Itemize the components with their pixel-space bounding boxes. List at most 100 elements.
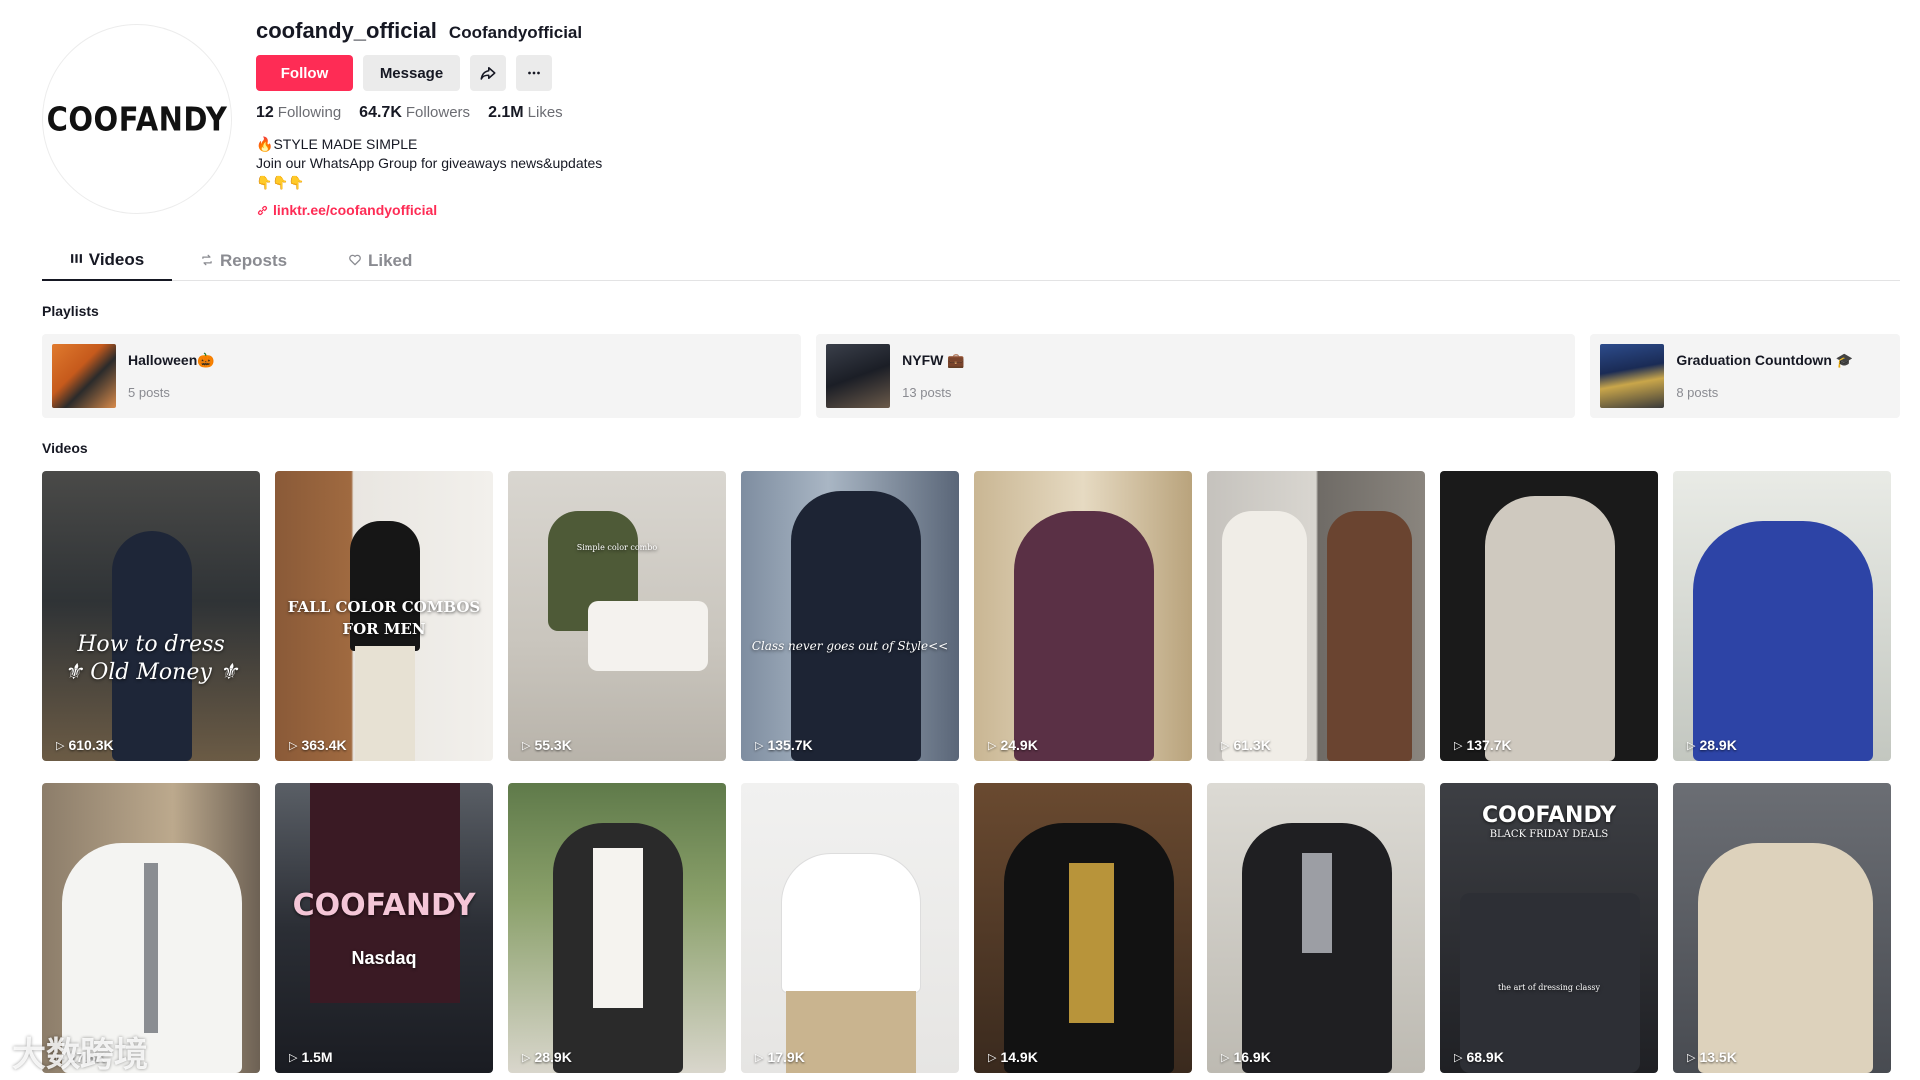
video-views: ▷ 17.9K bbox=[755, 1049, 805, 1065]
video-views: ▷ 363.4K bbox=[289, 737, 347, 753]
video-card[interactable]: COOFANDY BLACK FRIDAY DEALS the art of d… bbox=[1440, 783, 1658, 1073]
playlist-item[interactable]: Halloween🎃 5 posts bbox=[42, 334, 802, 418]
video-caption: COOFANDY bbox=[292, 888, 476, 923]
video-card[interactable]: ▷ 16.9K bbox=[1207, 783, 1425, 1073]
profile-nickname: Coofandyofficial bbox=[448, 23, 583, 42]
video-thumbnail-figure bbox=[144, 863, 158, 1033]
playlist-count: 8 posts bbox=[1676, 385, 1719, 400]
play-icon: ▷ bbox=[755, 739, 764, 752]
video-thumbnail-figure bbox=[1222, 511, 1307, 761]
tab-label: Liked bbox=[368, 251, 413, 270]
video-thumbnail-figure bbox=[791, 491, 921, 761]
stat-value: 2.1M bbox=[488, 104, 524, 121]
video-thumbnail-figure bbox=[786, 991, 916, 1073]
playlist-title: NYFW 💼 bbox=[902, 352, 965, 368]
video-card[interactable]: How to dress ⚜ Old Money ⚜ ▷ 610.3K bbox=[42, 471, 260, 761]
profile-username: coofandy_official bbox=[256, 18, 437, 43]
playlist-text: NYFW 💼 13 posts bbox=[902, 352, 965, 400]
video-views: ▷ 55.3K bbox=[522, 737, 572, 753]
video-card[interactable]: ▷ 14.9K bbox=[974, 783, 1192, 1073]
view-count: 55.3K bbox=[534, 737, 572, 753]
video-thumbnail-figure bbox=[1302, 853, 1332, 953]
playlist-thumbnail bbox=[1600, 344, 1665, 408]
stat-followers[interactable]: 64.7K Followers bbox=[359, 104, 470, 122]
action-buttons: Follow Message bbox=[256, 55, 956, 91]
playlist-item[interactable]: NYFW 💼 13 posts bbox=[816, 334, 1576, 418]
video-card[interactable]: ▷ 24.9K bbox=[974, 471, 1192, 761]
view-count: 137.7K bbox=[1466, 737, 1512, 753]
bio-line: 🔥STYLE MADE SIMPLE bbox=[256, 135, 956, 154]
video-card[interactable]: ▷ 28.9K bbox=[508, 783, 726, 1073]
fire-icon: 🔥 bbox=[256, 136, 274, 152]
video-thumbnail-figure bbox=[1698, 843, 1873, 1073]
tab-reposts[interactable]: Reposts bbox=[200, 241, 300, 281]
tab-liked[interactable]: Liked bbox=[348, 241, 428, 281]
video-thumbnail-figure bbox=[355, 646, 415, 761]
message-button[interactable]: Message bbox=[363, 55, 460, 91]
video-views: ▷ 137.7K bbox=[1454, 737, 1512, 753]
play-icon: ▷ bbox=[289, 739, 298, 752]
stat-value: 64.7K bbox=[359, 104, 402, 121]
video-card[interactable]: Simple color combo ▷ 55.3K bbox=[508, 471, 726, 761]
view-count: 1.5M bbox=[301, 1049, 333, 1065]
view-count: 17.9K bbox=[767, 1049, 805, 1065]
playlist-list: Halloween🎃 5 posts NYFW 💼 13 posts Gradu… bbox=[42, 334, 1901, 418]
video-card[interactable]: COOFANDY Nasdaq ▷ 1.5M bbox=[275, 783, 493, 1073]
stat-label: Likes bbox=[527, 104, 563, 121]
video-views: ▷ 1.5M bbox=[289, 1049, 333, 1065]
video-views: ▷ 28.9K bbox=[1687, 737, 1737, 753]
bio-emojis: 👇👇👇 bbox=[256, 175, 305, 190]
playlist-count: 13 posts bbox=[902, 385, 952, 400]
play-icon: ▷ bbox=[988, 739, 997, 752]
video-card[interactable]: ▷ 17.9K bbox=[741, 783, 959, 1073]
play-icon: ▷ bbox=[755, 1051, 764, 1064]
tab-videos[interactable]: Videos bbox=[42, 241, 172, 281]
view-count: 68.9K bbox=[1466, 1049, 1504, 1065]
video-caption: FALL COLOR COMBOS FOR MEN bbox=[287, 598, 481, 638]
stat-label: Followers bbox=[405, 104, 471, 121]
video-card[interactable]: ▷ 28.9K bbox=[1673, 471, 1891, 761]
view-count: 363.4K bbox=[301, 737, 347, 753]
video-views: ▷ 61.3K bbox=[1221, 737, 1271, 753]
video-views: ▷ 135.7K bbox=[755, 737, 813, 753]
video-thumbnail-figure bbox=[593, 848, 643, 1008]
play-icon: ▷ bbox=[988, 1051, 997, 1064]
stat-following[interactable]: 12 Following bbox=[256, 104, 341, 122]
play-icon: ▷ bbox=[1687, 739, 1696, 752]
video-card[interactable]: ▷ 13.5K bbox=[1673, 783, 1891, 1073]
video-caption: Simple color combo bbox=[576, 543, 658, 552]
view-count: 24.9K bbox=[1000, 737, 1038, 753]
video-caption: COOFANDY bbox=[1481, 803, 1617, 828]
video-card[interactable]: ▷ 137.7K bbox=[1440, 471, 1658, 761]
profile-stats: 12 Following 64.7K Followers 2.1M Likes bbox=[256, 104, 956, 126]
stat-label: Following bbox=[277, 104, 342, 121]
brand-logo: COOFANDY bbox=[46, 99, 228, 139]
bio-text: STYLE MADE SIMPLE bbox=[273, 136, 418, 152]
video-thumbnail-figure bbox=[1485, 496, 1615, 761]
profile-link[interactable]: linktr.ee/coofandyofficial bbox=[256, 202, 956, 218]
video-card[interactable]: Class never goes out of Style<< ▷ 135.7K bbox=[741, 471, 959, 761]
video-thumbnail-figure bbox=[1069, 863, 1114, 1023]
watermark-logo: 大数跨境 bbox=[12, 1035, 148, 1075]
video-card[interactable]: ▷ 61.3K bbox=[1207, 471, 1425, 761]
more-button[interactable] bbox=[516, 55, 552, 91]
playlist-item[interactable]: Graduation Countdown 🎓 8 posts bbox=[1590, 334, 1901, 418]
view-count: 14.9K bbox=[1000, 1049, 1038, 1065]
profile-avatar[interactable]: COOFANDY bbox=[42, 24, 232, 214]
play-icon: ▷ bbox=[289, 1051, 298, 1064]
repost-icon bbox=[200, 253, 214, 270]
video-views: ▷ 16.9K bbox=[1221, 1049, 1271, 1065]
playlist-title: Halloween🎃 bbox=[128, 352, 215, 368]
video-card[interactable]: FALL COLOR COMBOS FOR MEN ▷ 363.4K bbox=[275, 471, 493, 761]
video-views: ▷ 28.9K bbox=[522, 1049, 572, 1065]
grid-icon bbox=[70, 252, 83, 268]
view-count: 13.5K bbox=[1699, 1049, 1737, 1065]
share-button[interactable] bbox=[470, 55, 506, 91]
play-icon: ▷ bbox=[522, 739, 531, 752]
video-views: ▷ 610.3K bbox=[56, 737, 114, 753]
video-views: ▷ 14.9K bbox=[988, 1049, 1038, 1065]
video-caption-sub: BLACK FRIDAY DEALS bbox=[1489, 829, 1609, 840]
follow-button[interactable]: Follow bbox=[256, 55, 353, 91]
profile-tabs: Videos Reposts Liked bbox=[42, 241, 1900, 281]
video-thumbnail-figure bbox=[1327, 511, 1412, 761]
